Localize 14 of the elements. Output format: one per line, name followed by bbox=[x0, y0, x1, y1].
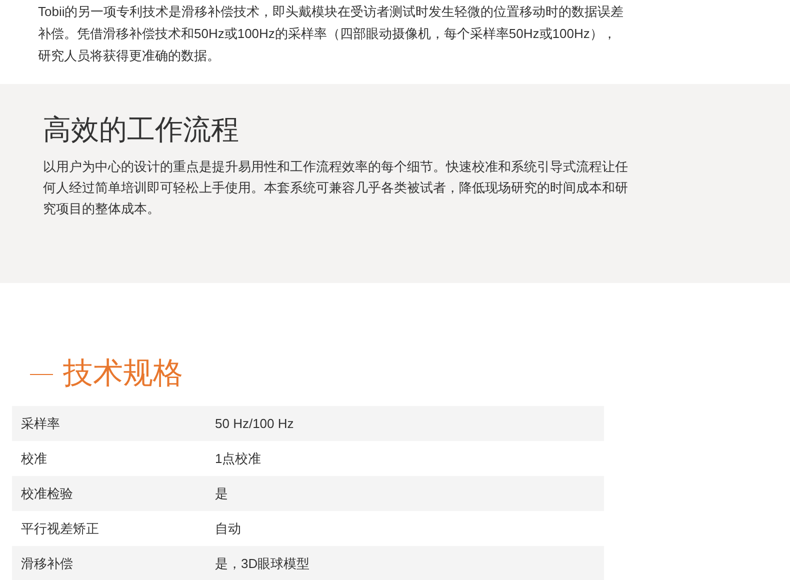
spec-label: 校准 bbox=[20, 450, 48, 468]
workflow-paragraph: 以用户为中心的设计的重点是提升易用性和工作流程效率的每个细节。快速校准和系统引导式流程让任何人经过简单培训即可轻松上手使用。本套系统可兼容几乎各类被试者，降低现场研究的时间成本和研究项目的整体成本。 bbox=[43, 158, 629, 218]
spec-value: 1点校准 bbox=[215, 450, 262, 468]
spec-value: 是 bbox=[215, 484, 228, 503]
intro-paragraph: Tobii的另一项专利技术是滑移补偿技术，即头戴模块在受访者测试时发生轻微的位置移动时的数据误差补偿。凭借滑移补偿技术和50Hz或100Hz的采样率（四部眼动摄像机，每个采样率50Hz或100Hz），研究人员将获得更准确的数据。 bbox=[38, 3, 625, 65]
spec-label: 平行视差矫正 bbox=[20, 520, 100, 538]
section-heading: 技术规格 bbox=[63, 356, 183, 392]
spec-label: 采样率 bbox=[20, 414, 61, 433]
section-heading: 高效的工作流程 bbox=[43, 113, 239, 147]
spec-value: 自动 bbox=[215, 520, 241, 538]
spec-value: 50 Hz/100 Hz bbox=[215, 414, 294, 433]
spec-label: 校准检验 bbox=[20, 484, 74, 503]
spec-label: 滑移补偿 bbox=[20, 554, 74, 573]
spec-value: 是，3D眼球模型 bbox=[215, 554, 310, 573]
